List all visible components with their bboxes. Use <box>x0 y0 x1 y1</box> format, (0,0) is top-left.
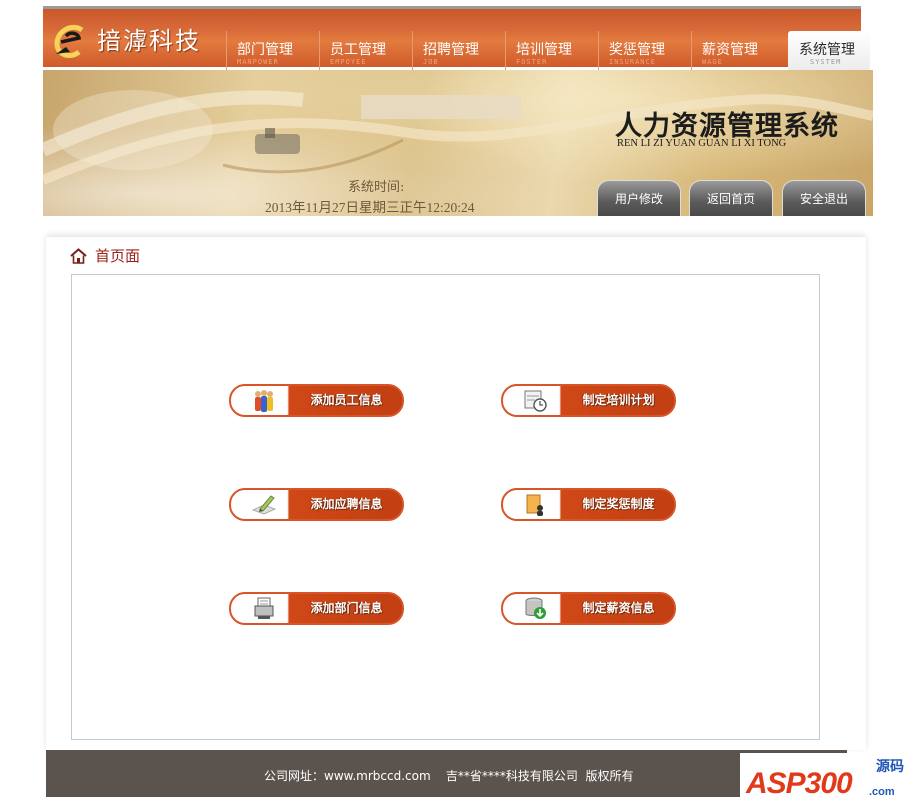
quick-actions-panel: 添加员工信息 制定培训计划 添加应聘信息 制定奖惩制度 添加部门信息 制定薪资信… <box>71 274 820 740</box>
nav-label: 奖惩管理 <box>609 42 665 58</box>
blurred-area <box>361 95 521 119</box>
watermark-main: ASP300 <box>746 767 853 800</box>
database-download-icon <box>525 597 546 619</box>
nav-employee[interactable]: 员工管理 EMPOYEE <box>319 31 412 70</box>
system-subtitle: REN LI ZI YUAN GUAN LI XI TONG <box>617 138 787 149</box>
top-nav-bar: 揞滹科技 部门管理 MANPOWER 员工管理 EMPOYEE 招聘管理 JOB… <box>43 6 870 70</box>
action-label: 制定培训计划 <box>582 393 655 407</box>
action-label: 添加应聘信息 <box>310 497 383 511</box>
salary-info-button[interactable]: 制定薪资信息 <box>501 592 676 625</box>
nav-sublabel: JOB <box>423 58 439 66</box>
add-employee-button[interactable]: 添加员工信息 <box>229 384 404 417</box>
document-user-icon <box>526 494 543 516</box>
training-plan-button[interactable]: 制定培训计划 <box>501 384 676 417</box>
fax-icon <box>254 597 274 619</box>
header-banner: 人力资源管理系统 REN LI ZI YUAN GUAN LI XI TONG … <box>43 70 873 216</box>
nav-training[interactable]: 培训管理 FOSTER <box>505 31 598 70</box>
nav-label: 培训管理 <box>516 42 572 58</box>
watermark-domain: .com <box>869 786 895 798</box>
main-nav: 部门管理 MANPOWER 员工管理 EMPOYEE 招聘管理 JOB 培训管理… <box>226 31 870 70</box>
system-time-label: 系统时间: <box>348 180 405 195</box>
nav-label: 系统管理 <box>799 42 855 58</box>
nav-sublabel: INSURANCE <box>609 58 656 66</box>
brand-name: 揞滹科技 <box>97 27 201 55</box>
people-icon <box>255 390 273 412</box>
home-icon <box>70 247 87 264</box>
main-content: 首页面 添加员工信息 制定培训计划 添加应聘信息 制定奖惩制度 添加部门信息 制… <box>46 237 866 750</box>
footer-text: 公司网址：www.mrbccd.com 吉**省****科技有限公司 版权所有 <box>264 769 634 783</box>
system-time-value: 2013年11月27日星期三正午12:20:24 <box>265 200 475 215</box>
add-department-button[interactable]: 添加部门信息 <box>229 592 404 625</box>
nav-rewards[interactable]: 奖惩管理 INSURANCE <box>598 31 691 70</box>
asp300-watermark: ASP300 源码 .com <box>740 753 908 805</box>
nav-sublabel: WAGE <box>702 58 723 66</box>
nav-label: 薪资管理 <box>702 42 758 58</box>
footer: 公司网址：www.mrbccd.com 吉**省****科技有限公司 版权所有 <box>46 750 847 797</box>
nav-sublabel: FOSTER <box>516 58 548 66</box>
nav-label: 员工管理 <box>330 42 386 58</box>
nav-label: 招聘管理 <box>423 42 479 58</box>
nav-system[interactable]: 系统管理 SYSTEM <box>788 31 870 70</box>
breadcrumb: 首页面 <box>70 245 140 266</box>
back-home-button[interactable]: 返回首页 <box>689 180 773 216</box>
e-logo-icon <box>54 24 84 58</box>
nav-sublabel: EMPOYEE <box>330 58 367 66</box>
watermark-cn: 源码 <box>876 759 904 775</box>
nav-sublabel: MANPOWER <box>237 58 279 66</box>
pen-paper-icon <box>251 495 277 515</box>
add-applicant-button[interactable]: 添加应聘信息 <box>229 488 404 521</box>
action-label: 添加员工信息 <box>310 393 383 407</box>
action-label: 制定奖惩制度 <box>582 497 655 511</box>
rewards-policy-button[interactable]: 制定奖惩制度 <box>501 488 676 521</box>
action-label: 制定薪资信息 <box>582 601 655 615</box>
user-modify-button[interactable]: 用户修改 <box>597 180 681 216</box>
nav-department[interactable]: 部门管理 MANPOWER <box>226 31 319 70</box>
nav-label: 部门管理 <box>237 42 293 58</box>
calendar-clock-icon <box>524 390 547 412</box>
action-label: 添加部门信息 <box>310 601 383 615</box>
nav-salary[interactable]: 薪资管理 WAGE <box>691 31 784 70</box>
nav-recruitment[interactable]: 招聘管理 JOB <box>412 31 505 70</box>
breadcrumb-label: 首页面 <box>95 247 141 265</box>
logout-button[interactable]: 安全退出 <box>782 180 866 216</box>
nav-sublabel: SYSTEM <box>810 58 842 66</box>
